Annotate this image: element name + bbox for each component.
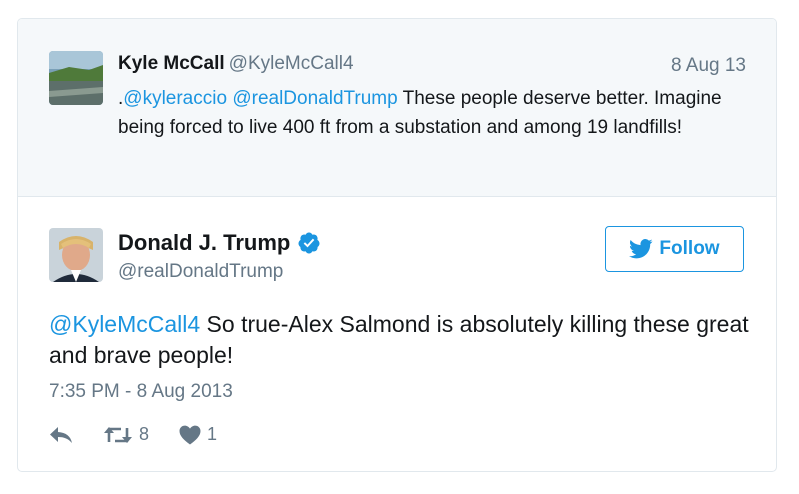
parent-tweet-text: .@kyleraccio @realDonaldTrump These peop… [118, 84, 738, 142]
parent-author-name[interactable]: Kyle McCall [118, 53, 225, 74]
twitter-bird-icon [629, 239, 654, 259]
main-tweet-text: @KyleMcCall4 So true-Alex Salmond is abs… [49, 309, 749, 371]
main-author-name-row[interactable]: Donald J. Trump [118, 230, 321, 256]
main-author-name[interactable]: Donald J. Trump [118, 230, 290, 256]
mention-link-kyleraccio[interactable]: @kyleraccio [123, 88, 227, 109]
reply-icon [50, 426, 72, 443]
like-count: 1 [207, 424, 218, 444]
embedded-tweet-card: Kyle McCall @KyleMcCall4 8 Aug 13 .@kyler… [17, 18, 777, 472]
parent-tweet[interactable]: Kyle McCall @KyleMcCall4 8 Aug 13 .@kyler… [18, 19, 776, 197]
follow-button[interactable]: Follow [605, 226, 744, 272]
retweet-icon [104, 426, 132, 443]
parent-date[interactable]: 8 Aug 13 [671, 55, 746, 77]
main-avatar[interactable] [49, 228, 103, 282]
parent-header: Kyle McCall @KyleMcCall4 [118, 53, 354, 75]
tweet-timestamp[interactable]: 7:35 PM - 8 Aug 2013 [49, 381, 233, 403]
reply-button[interactable] [49, 426, 73, 444]
parent-author-handle[interactable]: @KyleMcCall4 [229, 53, 354, 74]
like-button[interactable]: 1 [179, 424, 217, 445]
parent-avatar[interactable] [49, 51, 103, 105]
follow-button-label: Follow [659, 238, 720, 259]
retweet-button[interactable]: 8 [103, 424, 149, 445]
retweet-count: 8 [139, 424, 150, 444]
mention-link-realdonaldtrump[interactable]: @realDonaldTrump [232, 88, 397, 109]
mention-link-kylemccall4[interactable]: @KyleMcCall4 [49, 311, 200, 337]
main-author-handle[interactable]: @realDonaldTrump [118, 261, 283, 283]
tweet-actions: 8 1 [49, 424, 247, 445]
heart-icon [179, 425, 201, 444]
verified-badge-icon [297, 231, 321, 255]
